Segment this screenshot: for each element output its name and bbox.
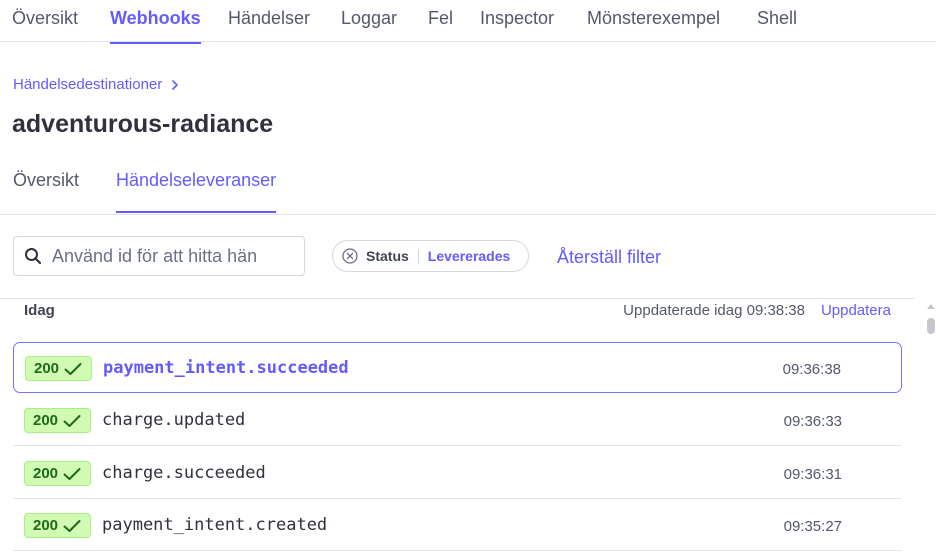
event-time: 09:36:31 <box>783 466 842 483</box>
breadcrumb[interactable]: Händelsedestinationer <box>13 76 180 93</box>
status-code: 200 <box>34 360 60 377</box>
scrollbar-thumb[interactable] <box>927 318 935 334</box>
day-label: Idag <box>24 302 55 319</box>
status-code: 200 <box>33 465 59 482</box>
tab-webhooks[interactable]: Webhooks <box>110 8 201 44</box>
status-badge: 200 <box>24 461 91 486</box>
checkmark-icon <box>64 362 82 375</box>
breadcrumb-link[interactable]: Händelsedestinationer <box>13 76 162 93</box>
checkmark-icon <box>63 467 81 480</box>
status-code: 200 <box>33 517 59 534</box>
event-name: charge.succeeded <box>102 463 266 483</box>
tab-oversikt-destination[interactable]: Översikt <box>13 170 79 191</box>
updated-timestamp: Uppdaterade idag 09:38:38 <box>623 302 805 319</box>
event-name: payment_intent.created <box>102 515 328 535</box>
scroll-up-arrow-icon[interactable] <box>927 304 935 309</box>
tab-oversikt[interactable]: Översikt <box>12 8 78 29</box>
filter-separator <box>417 248 419 264</box>
event-time: 09:36:38 <box>782 361 841 378</box>
x-circle-icon[interactable] <box>342 248 358 264</box>
sub-navigation: Översikt Händelseleveranser <box>0 160 936 215</box>
search-input[interactable] <box>52 245 292 267</box>
event-row[interactable]: 200 payment_intent.created 09:35:27 <box>13 500 902 551</box>
tab-handelseleveranser[interactable]: Händelseleveranser <box>116 170 277 213</box>
event-row[interactable]: 200 charge.updated 09:36:33 <box>13 395 902 446</box>
event-name: charge.updated <box>102 410 246 430</box>
status-badge: 200 <box>24 513 91 538</box>
page-title: adventurous-radiance <box>12 110 274 138</box>
status-badge: 200 <box>24 408 91 433</box>
tab-inspector[interactable]: Inspector <box>480 8 554 29</box>
event-time: 09:35:27 <box>783 518 842 535</box>
list-header: Idag Uppdaterade idag 09:38:38 Uppdatera <box>0 298 915 326</box>
refresh-link[interactable]: Uppdatera <box>821 302 891 319</box>
tab-monsterexempel[interactable]: Mönsterexempel <box>587 8 720 29</box>
tab-fel[interactable]: Fel <box>428 8 453 29</box>
event-row[interactable]: 200 payment_intent.succeeded 09:36:38 <box>13 342 902 393</box>
status-badge: 200 <box>25 356 92 381</box>
tab-shell[interactable]: Shell <box>757 8 797 29</box>
scrollbar[interactable] <box>924 300 936 554</box>
status-filter-chip[interactable]: Status Levererades <box>332 240 530 272</box>
filter-value: Levererades <box>427 248 511 264</box>
checkmark-icon <box>63 414 81 427</box>
search-icon <box>25 248 42 265</box>
event-time: 09:36:33 <box>783 413 842 430</box>
status-code: 200 <box>33 412 59 429</box>
filter-name: Status <box>366 248 409 264</box>
tab-loggar[interactable]: Loggar <box>341 8 397 29</box>
checkmark-icon <box>63 519 81 532</box>
event-row[interactable]: 200 charge.succeeded 09:36:31 <box>13 448 902 499</box>
reset-filter-button[interactable]: Återställ filter <box>557 247 661 268</box>
tab-handelser[interactable]: Händelser <box>228 8 310 29</box>
chevron-right-icon <box>172 79 179 90</box>
top-navigation: Översikt Webhooks Händelser Loggar Fel I… <box>0 0 936 44</box>
event-name: payment_intent.succeeded <box>103 358 349 378</box>
search-box[interactable] <box>13 236 305 276</box>
